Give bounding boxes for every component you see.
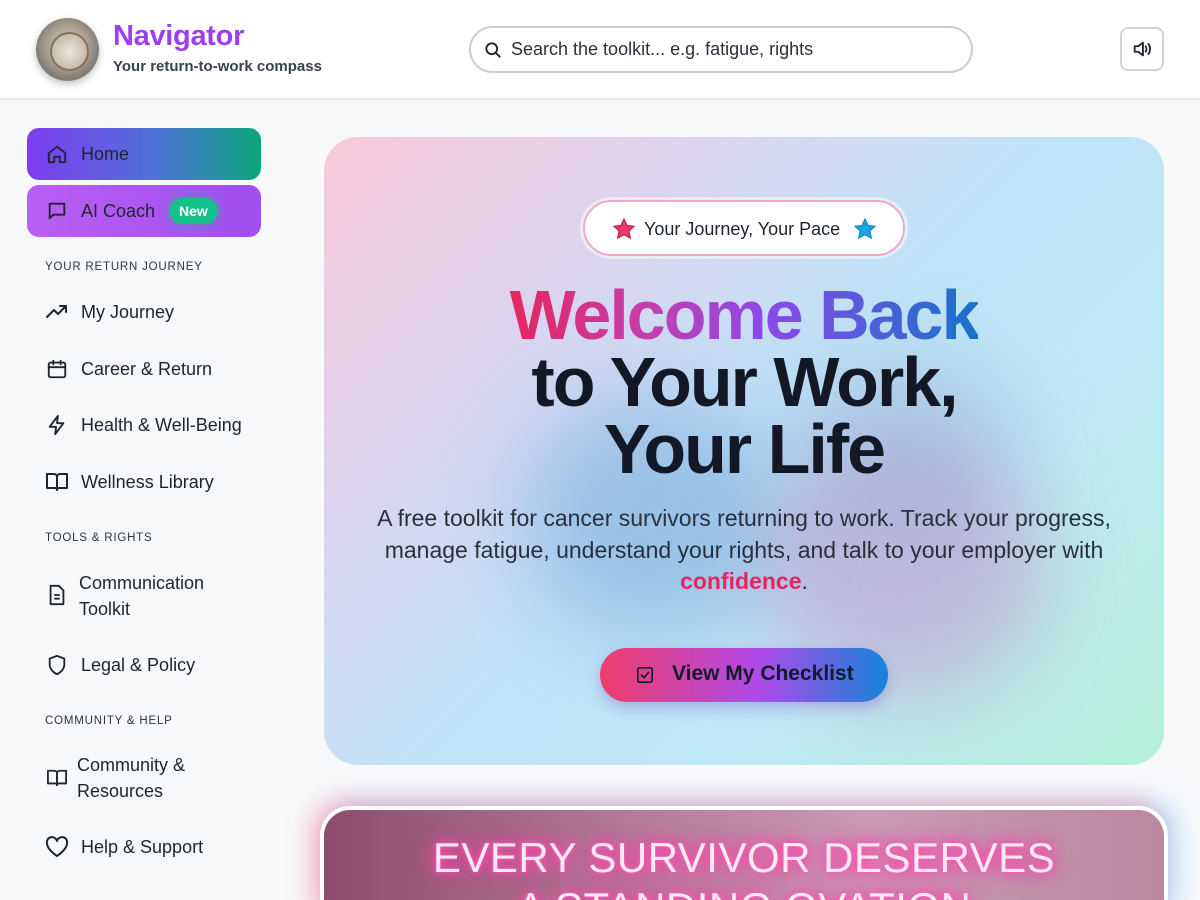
sidebar-item-community[interactable]: Community & Resources [27, 750, 261, 806]
hero-title-line3: Your Life [603, 410, 886, 488]
sidebar-item-career-return[interactable]: Career & Return [27, 347, 261, 391]
top-header: Navigator Your return-to-work compass [0, 0, 1200, 100]
brand-title[interactable]: Navigator [113, 20, 244, 53]
cta-label: View My Checklist [672, 662, 854, 685]
brand-subtitle: Your return-to-work compass [113, 58, 322, 75]
hero-title-line1: Welcome Back [509, 276, 981, 354]
journey-pill: Your Journey, Your Pace [583, 200, 905, 256]
sidebar-item-my-journey[interactable]: My Journey [27, 290, 261, 334]
search-input[interactable] [511, 36, 951, 63]
sidebar-item-label: Wellness Library [81, 471, 214, 492]
search-bar[interactable] [469, 26, 973, 73]
neon-banner-image: EVERY SURVIVOR DESERVES A STANDING OVATI… [324, 810, 1164, 900]
read-aloud-button[interactable] [1120, 27, 1164, 71]
banner-line2: A STANDING OVATION [324, 884, 1164, 900]
section-label-community: COMMUNITY & HELP [45, 715, 173, 727]
checkbox-icon [636, 666, 654, 684]
compass-logo[interactable] [36, 18, 99, 81]
book-icon [45, 766, 69, 790]
sidebar-item-label: Home [81, 143, 130, 164]
sidebar-item-label: My Journey [81, 301, 175, 322]
sidebar-item-communication-toolkit[interactable]: Communication Toolkit [27, 567, 261, 623]
sidebar-item-wellness-library[interactable]: Wellness Library [27, 460, 261, 504]
sidebar-item-label: Health & Well-Being [81, 414, 242, 435]
star-icon [612, 217, 636, 240]
sidebar-item-label: Communication Toolkit [79, 573, 205, 619]
lightning-icon [45, 413, 69, 437]
speaker-icon [1133, 41, 1151, 57]
hero-title-line2: to Your Work, [531, 343, 958, 421]
home-icon [45, 142, 69, 166]
sidebar-item-help-support[interactable]: Help & Support [27, 825, 261, 869]
highlight-word: confidence [680, 568, 802, 594]
book-icon [45, 470, 69, 494]
document-icon [45, 583, 69, 607]
view-checklist-button[interactable]: View My Checklist [600, 648, 888, 702]
pill-text: Your Journey, Your Pace [644, 219, 841, 239]
sidebar-item-health[interactable]: Health & Well-Being [27, 403, 261, 447]
sidebar-item-legal-policy[interactable]: Legal & Policy [27, 643, 261, 687]
sidebar-item-ai-coach[interactable]: AI Coach New [27, 185, 261, 237]
heart-icon [45, 835, 69, 859]
calendar-icon [45, 357, 69, 381]
hero-description: A free toolkit for cancer survivors retu… [377, 505, 1111, 594]
star-icon [853, 217, 877, 240]
ovation-banner: EVERY SURVIVOR DESERVES A STANDING OVATI… [320, 806, 1168, 900]
sidebar-item-label: Legal & Policy [81, 654, 196, 675]
banner-line1: EVERY SURVIVOR DESERVES [432, 834, 1056, 881]
chat-icon [45, 199, 69, 223]
new-badge: New [169, 198, 218, 224]
section-label-journey: YOUR RETURN JOURNEY [45, 261, 203, 273]
sidebar-item-label: AI Coach [81, 200, 156, 221]
search-icon [485, 42, 501, 58]
section-label-tools: TOOLS & RIGHTS [45, 532, 153, 544]
sidebar-item-label: Help & Support [81, 836, 204, 857]
trend-up-icon [45, 300, 69, 324]
sidebar-item-label: Career & Return [81, 358, 213, 379]
shield-icon [45, 653, 69, 677]
sidebar-item-home[interactable]: Home [27, 128, 261, 180]
sidebar-item-label: Community & Resources [77, 755, 186, 801]
hero-card: Your Journey, Your Pace Welcome Back to … [324, 137, 1164, 765]
